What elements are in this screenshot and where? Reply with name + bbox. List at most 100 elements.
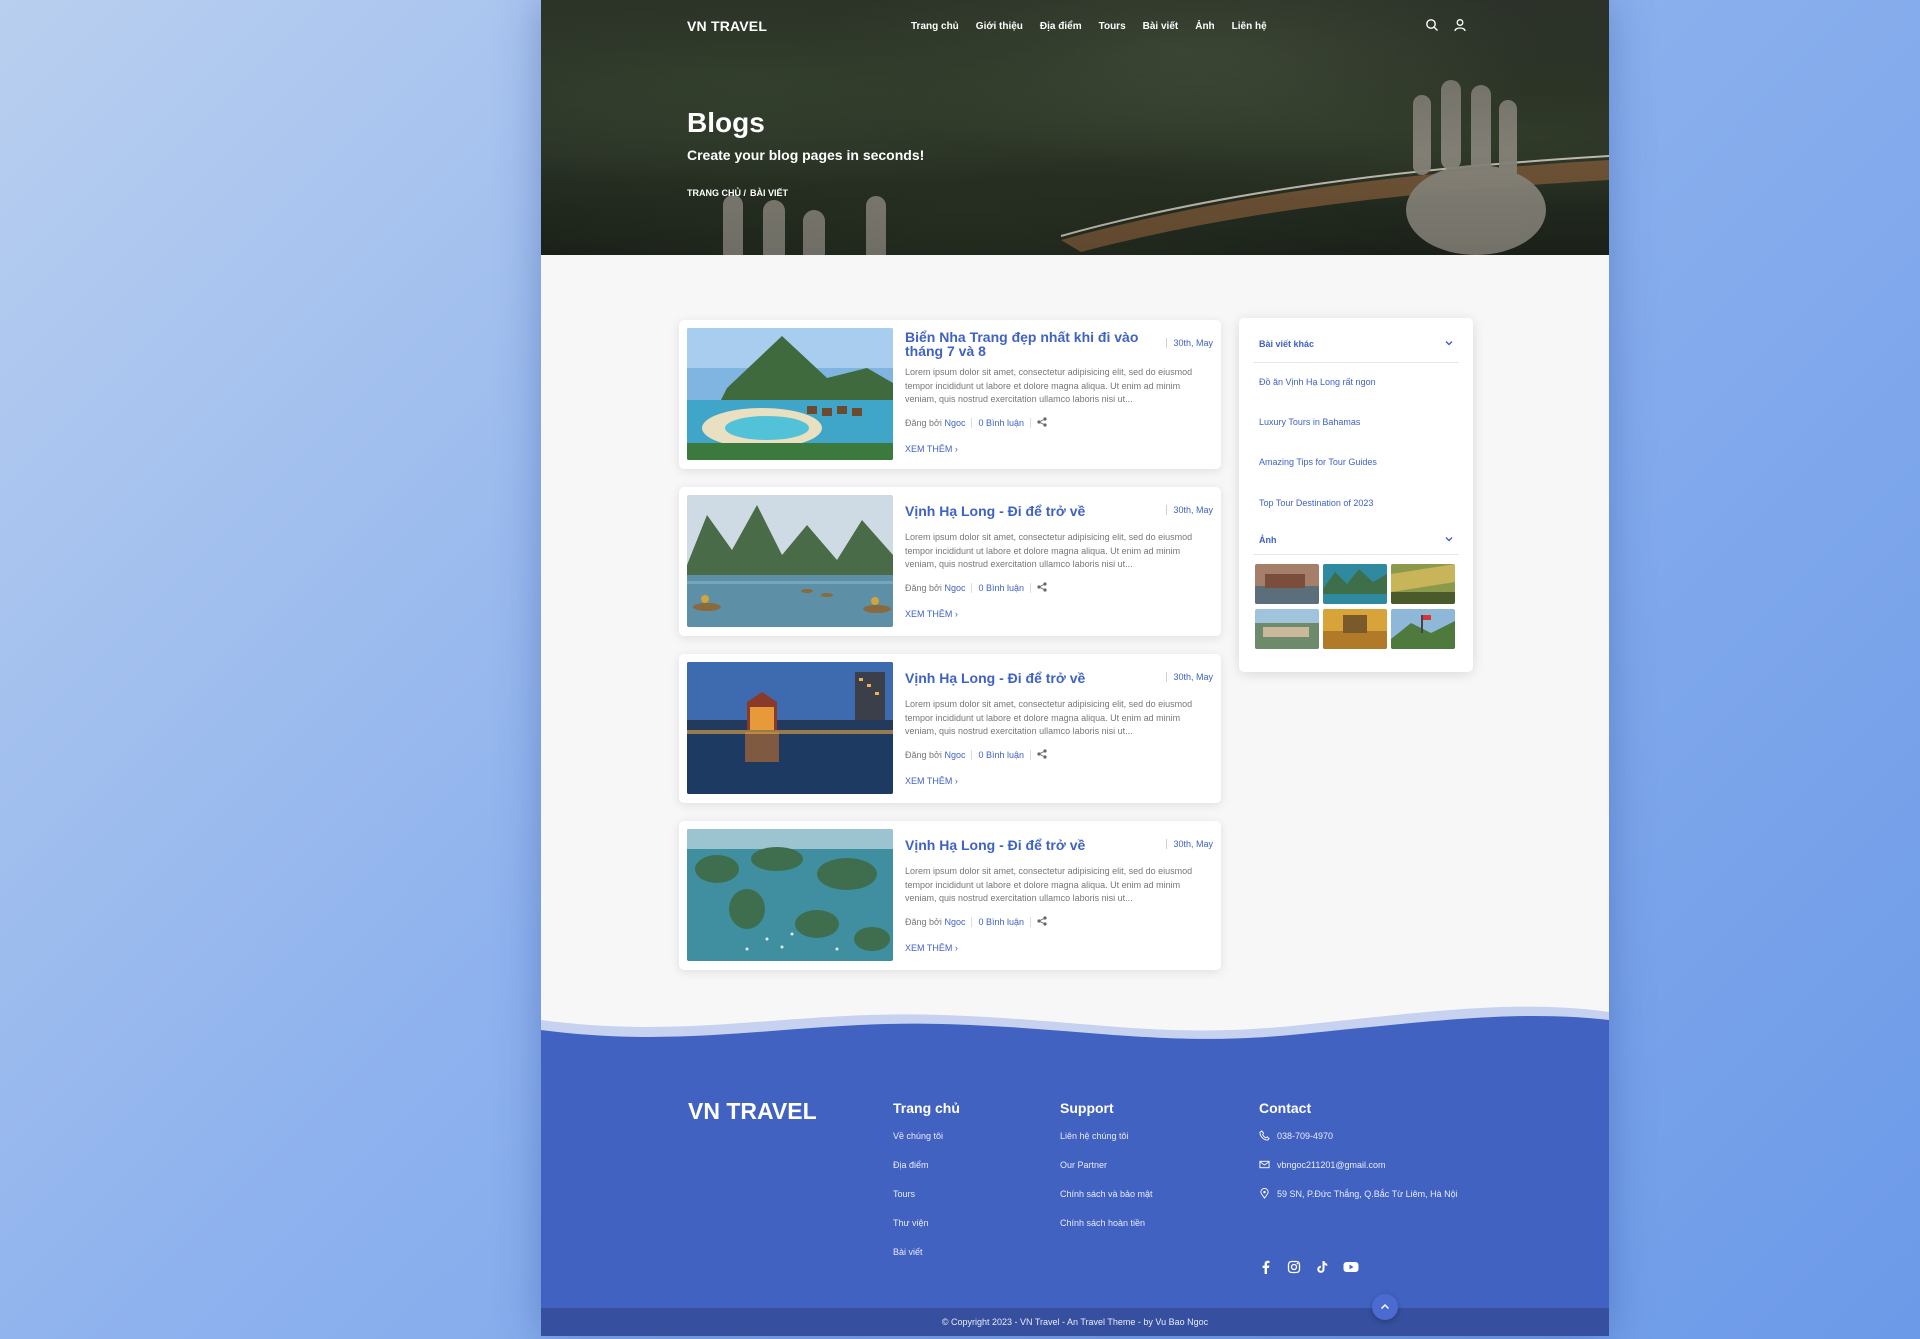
- photo-gallery: [1255, 564, 1457, 649]
- breadcrumb-home[interactable]: TRANG CHỦ /: [687, 188, 746, 198]
- footer-logo[interactable]: VN TRAVEL: [688, 1098, 817, 1125]
- sidebar-post-link[interactable]: Top Tour Destination of 2023: [1259, 498, 1373, 508]
- breadcrumb: TRANG CHỦ / BÀI VIẾT: [687, 188, 788, 198]
- post-author-link[interactable]: Ngoc: [944, 750, 965, 760]
- nav-item-blog[interactable]: Bài viết: [1143, 21, 1179, 32]
- nav-item-photos[interactable]: Ảnh: [1195, 21, 1214, 32]
- post-comments-link[interactable]: 0 Bình luận: [978, 750, 1024, 760]
- post-author-link[interactable]: Ngoc: [944, 583, 965, 593]
- gallery-photo[interactable]: [1391, 564, 1455, 604]
- map-pin-icon: [1260, 1188, 1269, 1199]
- sidebar-post-link[interactable]: Amazing Tips for Tour Guides: [1259, 457, 1377, 467]
- post-comments-link[interactable]: 0 Bình luận: [978, 583, 1024, 593]
- post-comments-link[interactable]: 0 Bình luận: [978, 917, 1024, 927]
- nav-item-destinations[interactable]: Địa điểm: [1040, 21, 1082, 32]
- footer-link-about[interactable]: Về chúng tôi: [893, 1131, 943, 1141]
- post-excerpt: Lorem ipsum dolor sit amet, consectetur …: [905, 367, 1193, 404]
- post-title[interactable]: Biển Nha Trang đẹp nhất khi đi vào tháng…: [905, 330, 1155, 358]
- gallery-photo[interactable]: [1323, 564, 1387, 604]
- footer-link-privacy[interactable]: Chính sách và bảo mật: [1060, 1189, 1153, 1199]
- chevron-down-icon: [1443, 533, 1455, 545]
- footer-link-destinations[interactable]: Địa điểm: [893, 1160, 929, 1170]
- read-more-link[interactable]: XEM THÊM ›: [905, 444, 958, 454]
- gallery-photo[interactable]: [1255, 609, 1319, 649]
- share-icon[interactable]: [1037, 749, 1047, 761]
- post-comments-link[interactable]: 0 Bình luận: [978, 418, 1024, 428]
- share-icon[interactable]: [1037, 916, 1047, 928]
- chevron-down-icon: [1443, 337, 1455, 349]
- other-posts-heading: Bài viết khác: [1259, 339, 1315, 349]
- share-icon[interactable]: [1037, 417, 1047, 429]
- post-title[interactable]: Vịnh Hạ Long - Đi để trở về: [905, 504, 1155, 518]
- post-title[interactable]: Vịnh Hạ Long - Đi để trở về: [905, 838, 1155, 852]
- read-more-link[interactable]: XEM THÊM ›: [905, 609, 958, 619]
- post-title[interactable]: Vịnh Hạ Long - Đi để trở về: [905, 671, 1155, 685]
- post-meta: Đăng bởi Ngoc 0 Bình luận: [905, 582, 1047, 594]
- post-author-link[interactable]: Ngoc: [944, 917, 965, 927]
- youtube-icon[interactable]: [1343, 1260, 1359, 1274]
- footer-link-partner[interactable]: Our Partner: [1060, 1160, 1107, 1170]
- post-meta: Đăng bởi Ngoc 0 Bình luận: [905, 417, 1047, 429]
- nav-item-home[interactable]: Trang chủ: [911, 21, 959, 32]
- page: VN TRAVEL Trang chủ Giới thiệu Địa điểm …: [541, 0, 1609, 1336]
- photos-heading: Ảnh: [1259, 535, 1277, 545]
- chevron-right-icon: ›: [954, 776, 958, 786]
- top-navbar: VN TRAVEL Trang chủ Giới thiệu Địa điểm …: [687, 18, 1467, 38]
- sidebar-post-link[interactable]: Đồ ăn Vịnh Hạ Long rất ngon: [1259, 377, 1376, 387]
- footer-link-library[interactable]: Thư viện: [893, 1218, 929, 1228]
- share-icon[interactable]: [1037, 582, 1047, 594]
- chevron-right-icon: ›: [954, 943, 958, 953]
- footer-heading: Trang chủ: [893, 1100, 960, 1116]
- posted-by-label: Đăng bởi: [905, 917, 942, 927]
- instagram-icon[interactable]: [1287, 1260, 1301, 1274]
- page-subtitle: Create your blog pages in seconds!: [687, 147, 925, 163]
- read-more-link[interactable]: XEM THÊM ›: [905, 776, 958, 786]
- site-logo[interactable]: VN TRAVEL: [687, 18, 767, 34]
- tiktok-icon[interactable]: [1315, 1260, 1329, 1274]
- blog-post-card: Biển Nha Trang đẹp nhất khi đi vào tháng…: [679, 320, 1221, 469]
- posted-by-label: Đăng bởi: [905, 583, 942, 593]
- footer-heading: Contact: [1259, 1100, 1312, 1116]
- nav-item-tours[interactable]: Tours: [1099, 21, 1126, 32]
- contact-phone[interactable]: 038-709-4970: [1259, 1130, 1333, 1141]
- nav-item-contact[interactable]: Liên hệ: [1232, 21, 1267, 32]
- posted-by-label: Đăng bởi: [905, 750, 942, 760]
- facebook-icon[interactable]: [1259, 1260, 1273, 1274]
- gallery-photo[interactable]: [1255, 564, 1319, 604]
- post-thumbnail[interactable]: [687, 495, 893, 627]
- blog-post-card: Vịnh Hạ Long - Đi để trở về 30th, May Lo…: [679, 654, 1221, 803]
- contact-email[interactable]: vbngoc211201@gmail.com: [1259, 1159, 1386, 1170]
- gallery-photo[interactable]: [1323, 609, 1387, 649]
- footer-heading: Support: [1060, 1100, 1114, 1116]
- post-excerpt: Lorem ipsum dolor sit amet, consectetur …: [905, 866, 1193, 903]
- post-meta: Đăng bởi Ngoc 0 Bình luận: [905, 749, 1047, 761]
- footer-link-contact-us[interactable]: Liên hệ chúng tôi: [1060, 1131, 1129, 1141]
- sidebar-post-link[interactable]: Luxury Tours in Bahamas: [1259, 417, 1360, 427]
- footer-link-tours[interactable]: Tours: [893, 1189, 915, 1199]
- scroll-to-top-button[interactable]: [1372, 1294, 1398, 1320]
- phone-icon: [1259, 1130, 1270, 1141]
- post-thumbnail[interactable]: [687, 328, 893, 460]
- other-posts-toggle[interactable]: Bài viết khác: [1259, 339, 1455, 349]
- post-thumbnail[interactable]: [687, 829, 893, 961]
- footer-link-blog[interactable]: Bài viết: [893, 1247, 923, 1257]
- photos-toggle[interactable]: Ảnh: [1259, 535, 1455, 545]
- footer-link-refund[interactable]: Chính sách hoàn tiền: [1060, 1218, 1145, 1228]
- chevron-right-icon: ›: [954, 609, 958, 619]
- footer-column-home: Trang chủ Về chúng tôi Địa điểm Tours Th…: [893, 1100, 960, 1257]
- post-date: 30th, May: [1166, 338, 1213, 348]
- read-more-link[interactable]: XEM THÊM ›: [905, 943, 958, 953]
- nav-item-about[interactable]: Giới thiệu: [976, 21, 1023, 32]
- search-icon[interactable]: [1425, 18, 1439, 32]
- footer-column-support: Support Liên hệ chúng tôi Our Partner Ch…: [1060, 1100, 1153, 1228]
- social-links: [1259, 1260, 1359, 1274]
- gallery-photo[interactable]: [1391, 609, 1455, 649]
- page-title: Blogs: [687, 107, 765, 138]
- posted-by-label: Đăng bởi: [905, 418, 942, 428]
- contact-address: 59 SN, P.Đức Thắng, Q.Bắc Từ Liêm, Hà Nộ…: [1259, 1188, 1458, 1199]
- post-meta: Đăng bởi Ngoc 0 Bình luận: [905, 916, 1047, 928]
- post-date: 30th, May: [1166, 505, 1213, 515]
- user-icon[interactable]: [1453, 18, 1467, 32]
- post-author-link[interactable]: Ngoc: [944, 418, 965, 428]
- post-thumbnail[interactable]: [687, 662, 893, 794]
